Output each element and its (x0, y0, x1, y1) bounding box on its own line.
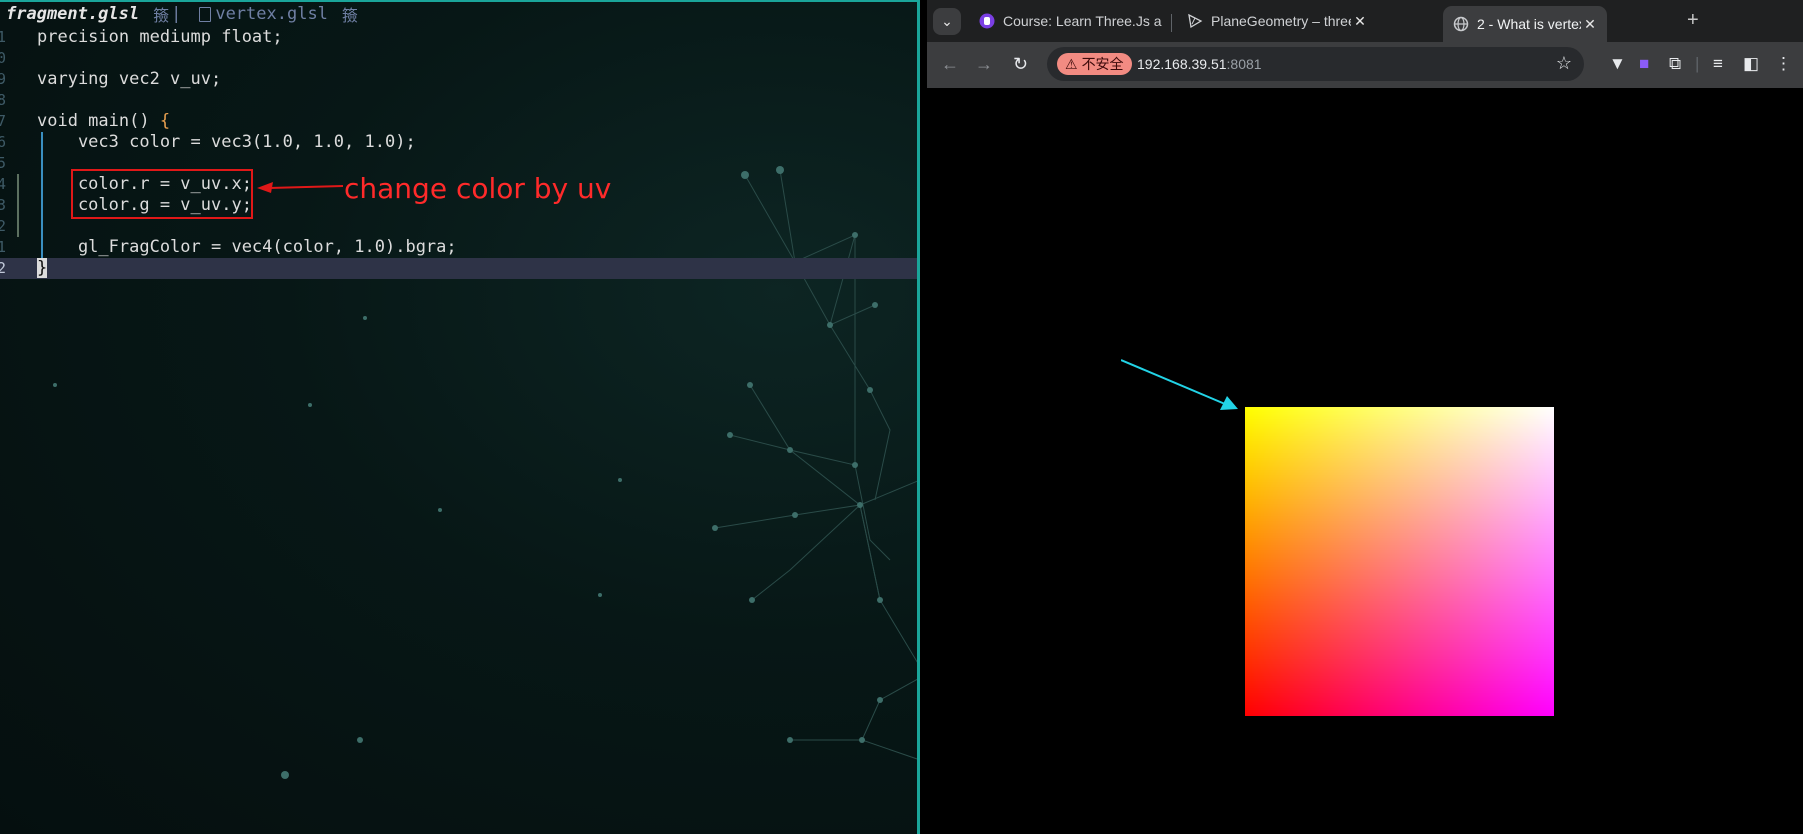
tab-label: fragment.glsl (6, 4, 140, 24)
editor-tabbar: fragment.glsl 籡 | vertex.glsl 籡 (0, 2, 368, 26)
line-text-main: void main() (37, 111, 160, 131)
line-number: 2 (0, 217, 7, 235)
tab-vertex-glsl[interactable]: vertex.glsl 籡 (191, 2, 358, 26)
toolbar-divider: | (1695, 54, 1700, 73)
tab-search-button[interactable]: ⌄ (933, 8, 961, 35)
line-number: 6 (0, 133, 7, 151)
tab-title: PlaneGeometry – three.js (1211, 13, 1351, 29)
browser-window: ⌄ Course: Learn Three.Js a PlaneGeometry… (927, 0, 1803, 834)
menu-kebab-icon[interactable]: ⋮ (1775, 54, 1792, 74)
open-brace: { (159, 111, 171, 131)
pane-divider[interactable] (917, 0, 920, 834)
uv-gradient-plane (1245, 407, 1554, 716)
code-area[interactable]: 1 precision mediump float; 0 9 varying vec… (0, 27, 917, 279)
modified-icon: 籡 (341, 6, 358, 25)
three-logo-icon (1187, 13, 1203, 29)
plane-gradient-bottom (1245, 407, 1554, 716)
media-control-icon[interactable]: ≡ (1713, 54, 1723, 74)
tab-label: vertex.glsl (215, 4, 328, 24)
line-text: vec3 color = vec3(1.0, 1.0, 1.0); (37, 132, 416, 152)
webgl-canvas[interactable] (927, 88, 1803, 834)
line-number: 8 (0, 91, 7, 109)
forward-arrow-icon[interactable]: → (975, 54, 993, 75)
line-text: void main() { (37, 111, 170, 132)
line-text: precision mediump float; (37, 27, 283, 47)
indent-guide (41, 153, 43, 174)
code-line: 1 precision mediump float; (0, 27, 917, 48)
code-line: 6 vec3 color = vec3(1.0, 1.0, 1.0); (0, 132, 917, 153)
side-panel-icon[interactable]: ◧ (1743, 54, 1759, 74)
tab-separator (1171, 14, 1172, 32)
url-host: 192.168.39.51 (1137, 56, 1227, 72)
close-tab-icon[interactable]: ✕ (1351, 13, 1369, 30)
line-number: 0 (0, 49, 7, 67)
browser-tab-planegeometry[interactable]: PlaneGeometry – three.js ✕ (1177, 6, 1377, 36)
git-change-marker (17, 174, 19, 195)
line-number: 9 (0, 70, 7, 88)
code-line: 8 (0, 90, 917, 111)
line-number: 7 (0, 112, 7, 130)
tab-strip: ⌄ Course: Learn Three.Js a PlaneGeometry… (927, 0, 1803, 42)
arrow-shaft (1121, 359, 1226, 405)
line-number: 1 (0, 28, 7, 46)
line-number: 3 (0, 196, 7, 214)
close-tab-icon[interactable]: ✕ (1581, 16, 1599, 33)
extensions-puzzle-icon[interactable]: ⧉ (1669, 54, 1681, 74)
not-secure-badge[interactable]: ⚠ 不安全 (1057, 53, 1132, 75)
highlight-box (71, 169, 253, 219)
code-line: 0 (0, 48, 917, 69)
url-text: 192.168.39.51:8081 (1137, 56, 1262, 72)
back-arrow-icon[interactable]: ← (941, 54, 959, 75)
file-icon (199, 6, 212, 22)
browser-toolbar: ← → ↻ ⚠ 不安全 192.168.39.51:8081 ☆ ▼ ■ ⧉ |… (927, 42, 1803, 88)
line-number: 2 (0, 259, 7, 277)
tab-title: 2 - What is vertexshader (1477, 16, 1581, 32)
browser-tab-course[interactable]: Course: Learn Three.Js a (969, 6, 1165, 36)
code-line: 7 void main() { (0, 111, 917, 132)
bookmark-star-icon[interactable]: ☆ (1556, 53, 1572, 74)
indent-guide (41, 216, 43, 237)
warning-icon: ⚠ (1065, 55, 1078, 72)
url-port: :8081 (1226, 56, 1262, 72)
annotation-arrow-icon (257, 182, 344, 193)
git-change-marker (17, 216, 19, 237)
tab-title: Course: Learn Three.Js a (1003, 13, 1162, 29)
code-editor-pane[interactable]: fragment.glsl 籡 | vertex.glsl 籡 1 precisi… (0, 0, 917, 834)
line-text: varying vec2 v_uv; (37, 69, 222, 89)
reload-icon[interactable]: ↻ (1013, 54, 1028, 75)
line-text: gl_FragColor = vec4(color, 1.0).bgra; (37, 237, 457, 257)
purple-extension-icon[interactable]: ■ (1639, 54, 1649, 74)
tab-fragment-glsl[interactable]: fragment.glsl 籡 | (0, 2, 181, 26)
line-number: 1 (0, 238, 7, 256)
code-line: 1 gl_FragColor = vec4(color, 1.0).bgra; (0, 237, 917, 258)
code-line: 2 (0, 216, 917, 237)
git-change-marker (17, 195, 19, 216)
tab-separator: | (171, 4, 182, 24)
close-brace-cursor: } (37, 258, 48, 278)
vue-devtools-icon[interactable]: ▼ (1609, 54, 1626, 74)
address-bar[interactable]: ⚠ 不安全 192.168.39.51:8081 ☆ (1047, 47, 1584, 81)
modified-icon: 籡 (153, 6, 170, 25)
not-secure-label: 不安全 (1081, 56, 1124, 72)
line-number: 5 (0, 154, 7, 172)
globe-icon (1453, 16, 1469, 32)
code-line-current: 2} (0, 258, 917, 279)
new-tab-button[interactable]: + (1687, 9, 1699, 32)
cyan-annotation-arrow-icon (1121, 359, 1238, 410)
line-number: 4 (0, 175, 7, 193)
purple-shield-icon (979, 13, 995, 29)
annotation-label: change color by uv (344, 172, 612, 205)
browser-tab-active[interactable]: 2 - What is vertexshader ✕ (1443, 6, 1607, 42)
code-line: 9 varying vec2 v_uv; (0, 69, 917, 90)
line-text: } (37, 258, 48, 279)
chevron-down-icon: ⌄ (941, 13, 953, 29)
